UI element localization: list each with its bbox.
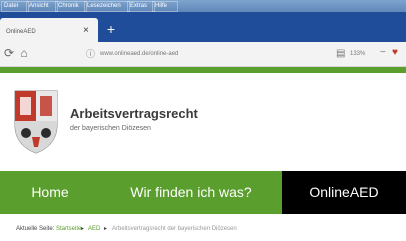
breadcrumb-label: Aktuelle Seite: <box>16 226 55 232</box>
nav-home[interactable]: Home <box>0 171 100 214</box>
tab-title: OnlineAED <box>6 29 36 35</box>
url-text[interactable]: www.onlineaed.de/online-aed <box>100 49 320 59</box>
breadcrumb-separator: ▸ <box>104 226 108 232</box>
main-navigation: Home Wir finden ich was? OnlineAED <box>0 171 406 214</box>
breadcrumb: Aktuelle Seite: Startseite ▸ AED ▸ Arbei… <box>0 214 406 241</box>
zoom-out-icon[interactable]: − <box>380 47 388 59</box>
tab-strip: OnlineAED × + <box>0 12 406 42</box>
breadcrumb-current: Arbeitsvertragsrecht der bayerischen Diö… <box>112 226 237 232</box>
site-title: Arbeitsvertragsrecht <box>70 106 198 121</box>
nav-wir-finden[interactable]: Wir finden ich was? <box>100 171 282 214</box>
home-icon[interactable]: ⌂ <box>17 46 31 60</box>
coat-of-arms-logo[interactable] <box>12 87 60 155</box>
tab-onlineaed[interactable]: OnlineAED × <box>0 18 98 42</box>
zoom-level[interactable]: 133% <box>350 49 374 59</box>
reader-view-icon[interactable]: ▤ <box>336 48 346 59</box>
menu-chronik[interactable]: Chronik <box>55 1 87 12</box>
menu-lesezeichen[interactable]: Lesezeichen <box>84 1 130 12</box>
menu-extras[interactable]: Extras <box>127 1 155 12</box>
address-toolbar: ⟳ ⌂ ⓘ www.onlineaed.de/online-aed ▤ 133%… <box>0 42 406 67</box>
menu-datei[interactable]: Datei <box>1 1 29 12</box>
new-tab-icon[interactable]: + <box>104 22 118 36</box>
site-header: Arbeitsvertragsrecht der bayerischen Diö… <box>0 73 406 171</box>
site-subtitle: der bayerischen Diözesen <box>70 125 151 132</box>
browser-window: Datei Ansicht Chronik Lesezeichen Extras… <box>0 0 406 241</box>
menu-ansicht[interactable]: Ansicht <box>26 1 58 12</box>
nav-onlineaed[interactable]: OnlineAED <box>282 171 406 214</box>
close-icon[interactable]: × <box>83 25 89 37</box>
breadcrumb-aed-link[interactable]: AED <box>88 224 102 234</box>
menu-hilfe[interactable]: Hilfe <box>152 1 178 12</box>
menu-bar: Datei Ansicht Chronik Lesezeichen Extras… <box>0 0 406 12</box>
lock-icon: ⓘ <box>86 49 96 59</box>
bookmark-icon[interactable]: ♥ <box>392 47 404 59</box>
breadcrumb-home-link[interactable]: Startseite <box>56 224 81 234</box>
breadcrumb-separator: ▸ <box>81 226 85 232</box>
url-bar[interactable]: ⓘ www.onlineaed.de/online-aed <box>86 47 326 61</box>
reload-icon[interactable]: ⟳ <box>2 46 16 60</box>
